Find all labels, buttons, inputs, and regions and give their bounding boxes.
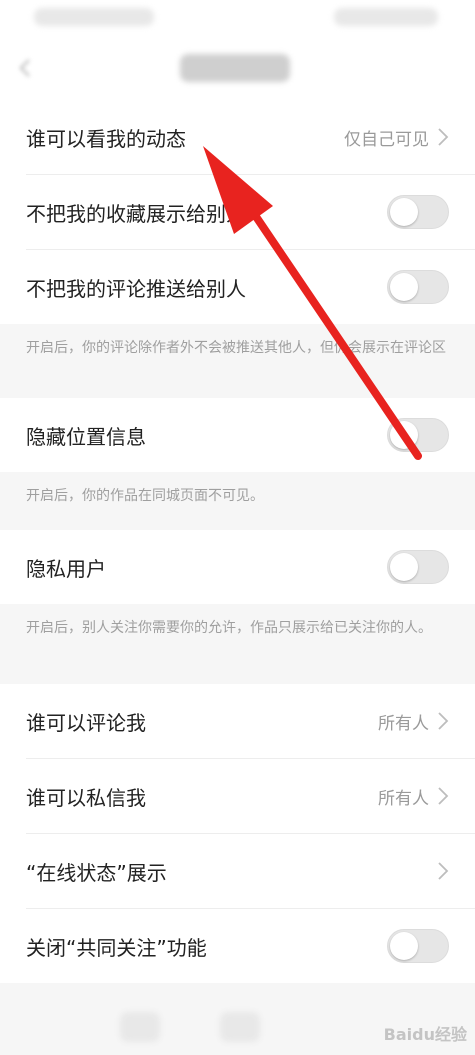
row-who-can-see-posts[interactable]: 谁可以看我的动态 仅自己可见 [0, 100, 475, 174]
row-who-can-comment[interactable]: 谁可以评论我 所有人 [0, 684, 475, 758]
row-value: 所有人 [378, 788, 429, 809]
toggle-knob [390, 553, 418, 581]
row-private-user: 隐私用户 [0, 530, 475, 604]
row-hide-favorites: 不把我的收藏展示给别人 [0, 175, 475, 249]
back-icon[interactable] [14, 56, 38, 80]
row-close-common-follow: 关闭“共同关注”功能 [0, 909, 475, 983]
status-bar [0, 0, 475, 36]
toggle-knob [390, 932, 418, 960]
chevron-right-icon [438, 712, 449, 730]
row-value: 仅自己可见 [344, 129, 429, 150]
row-label: 隐藏位置信息 [26, 424, 146, 449]
row-label: 不把我的评论推送给别人 [26, 276, 246, 301]
row-no-comment-push: 不把我的评论推送给别人 [0, 250, 475, 324]
note-comment-push: 开启后，你的评论除作者外不会被推送其他人，但仍会展示在评论区 [0, 324, 475, 398]
row-who-can-message[interactable]: 谁可以私信我 所有人 [0, 759, 475, 833]
bottom-blur [120, 1012, 160, 1042]
section-gap [0, 983, 475, 1000]
row-label: 谁可以看我的动态 [26, 126, 186, 151]
toggle-knob [390, 273, 418, 301]
row-label: 谁可以评论我 [26, 710, 146, 735]
nav-bar [0, 36, 475, 100]
watermark: Baidu经验 [383, 1025, 467, 1044]
toggle-knob [390, 421, 418, 449]
chevron-right-icon [438, 128, 449, 146]
row-online-status[interactable]: “在线状态”展示 [0, 834, 475, 908]
hide-favorites-toggle[interactable] [387, 195, 449, 229]
note-hide-location: 开启后，你的作品在同城页面不可见。 [0, 472, 475, 530]
bottom-blur [220, 1012, 260, 1042]
status-bar-right [334, 8, 438, 26]
row-value: 所有人 [378, 713, 429, 734]
toggle-knob [390, 198, 418, 226]
note-private-user: 开启后，别人关注你需要你的允许，作品只展示给已关注你的人。 [0, 604, 475, 684]
row-label: 谁可以私信我 [26, 785, 146, 810]
close-common-follow-toggle[interactable] [387, 929, 449, 963]
row-label: 关闭“共同关注”功能 [26, 935, 207, 960]
status-bar-left [34, 8, 154, 26]
row-hide-location: 隐藏位置信息 [0, 398, 475, 472]
row-label: 不把我的收藏展示给别人 [26, 201, 246, 226]
page-title-blurred [180, 54, 290, 82]
chevron-right-icon [438, 862, 449, 880]
private-user-toggle[interactable] [387, 550, 449, 584]
row-label: “在线状态”展示 [26, 860, 167, 885]
chevron-right-icon [438, 787, 449, 805]
hide-location-toggle[interactable] [387, 418, 449, 452]
bottom-area: Baidu经验 [0, 1000, 475, 1055]
row-label: 隐私用户 [26, 556, 106, 581]
no-comment-push-toggle[interactable] [387, 270, 449, 304]
